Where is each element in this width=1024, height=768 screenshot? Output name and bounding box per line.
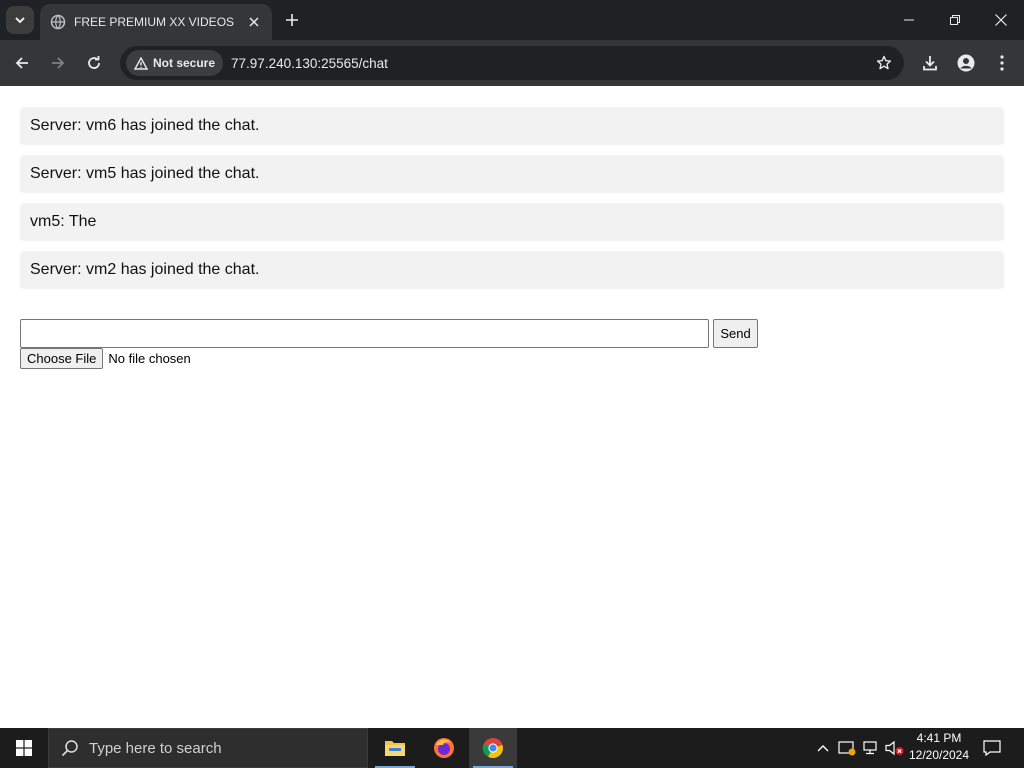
chat-message: Server: vm2 has joined the chat. (20, 251, 1004, 289)
downloads-button[interactable] (916, 49, 944, 77)
start-button[interactable] (0, 728, 48, 768)
show-hidden-icons-button[interactable] (813, 738, 833, 758)
message-input[interactable] (20, 319, 709, 348)
taskbar-file-explorer[interactable] (371, 728, 419, 768)
arrow-left-icon (15, 57, 28, 69)
clock-time: 4:41 PM (916, 731, 962, 745)
taskbar-firefox[interactable] (420, 728, 468, 768)
forward-button[interactable] (44, 49, 72, 77)
firefox-icon (434, 738, 454, 758)
close-icon (995, 14, 1007, 26)
tray-update-icon[interactable] (837, 738, 857, 758)
network-icon (863, 741, 877, 755)
chevron-down-icon (15, 17, 25, 24)
taskbar: Type here to search 4:41 PM 12/20/2024 (0, 728, 1024, 768)
close-icon (249, 17, 259, 27)
address-bar[interactable]: Not secure 77.97.240.130:25565/chat (120, 46, 904, 80)
chat-messages: Server: vm6 has joined the chat. Server:… (20, 107, 1004, 299)
browser-tab-bar: FREE PREMIUM XX VIDEOS (0, 0, 1024, 40)
taskbar-search[interactable]: Type here to search (48, 728, 368, 768)
choose-file-button[interactable]: Choose File (20, 348, 104, 369)
warning-icon (134, 56, 148, 70)
page-content: Server: vm6 has joined the chat. Server:… (0, 87, 1024, 728)
new-tab-button[interactable] (280, 8, 304, 32)
profile-icon (957, 54, 975, 72)
chat-message: Server: vm6 has joined the chat. (20, 107, 1004, 145)
restore-icon (950, 15, 960, 25)
tray-network-icon[interactable] (861, 738, 881, 758)
search-placeholder: Type here to search (89, 739, 222, 757)
search-icon (61, 740, 78, 757)
tray-volume-icon[interactable] (885, 738, 905, 758)
file-status: No file chosen (108, 351, 191, 366)
plus-icon (286, 14, 298, 26)
restore-button[interactable] (932, 0, 978, 40)
reload-button[interactable] (80, 49, 108, 77)
clock-date: 12/20/2024 (908, 748, 970, 762)
notification-icon (983, 740, 1001, 756)
star-icon (876, 55, 892, 70)
tab-close-button[interactable] (244, 12, 264, 32)
update-icon (838, 741, 856, 756)
browser-tab[interactable]: FREE PREMIUM XX VIDEOS (40, 4, 272, 40)
security-label: Not secure (153, 56, 216, 70)
minimize-icon (904, 19, 914, 21)
profile-button[interactable] (952, 49, 980, 77)
close-window-button[interactable] (978, 0, 1024, 40)
tab-search-button[interactable] (6, 6, 34, 34)
folder-icon (385, 741, 405, 756)
browser-toolbar: Not secure 77.97.240.130:25565/chat (0, 40, 1024, 86)
chrome-icon (482, 738, 503, 759)
file-picker: Choose File No file chosen (20, 348, 191, 369)
send-button[interactable]: Send (713, 319, 758, 348)
download-icon (923, 56, 937, 71)
globe-icon (50, 14, 66, 30)
chat-message: Server: vm5 has joined the chat. (20, 155, 1004, 193)
menu-button[interactable] (988, 49, 1016, 77)
chevron-up-icon (817, 745, 829, 752)
more-vertical-icon (1000, 55, 1004, 71)
security-chip[interactable]: Not secure (126, 50, 224, 76)
taskbar-chrome[interactable] (469, 728, 517, 768)
windows-logo-icon (16, 740, 32, 756)
system-clock[interactable]: 4:41 PM 12/20/2024 (906, 730, 972, 766)
reload-icon (88, 56, 100, 69)
notification-center-button[interactable] (980, 728, 1004, 768)
minimize-button[interactable] (886, 0, 932, 40)
tab-title: FREE PREMIUM XX VIDEOS (74, 15, 235, 29)
arrow-right-icon (52, 57, 65, 69)
volume-muted-icon (885, 740, 904, 756)
url-text[interactable]: 77.97.240.130:25565/chat (231, 56, 870, 71)
back-button[interactable] (8, 49, 36, 77)
bookmark-button[interactable] (870, 49, 898, 77)
chat-message: vm5: The (20, 203, 1004, 241)
